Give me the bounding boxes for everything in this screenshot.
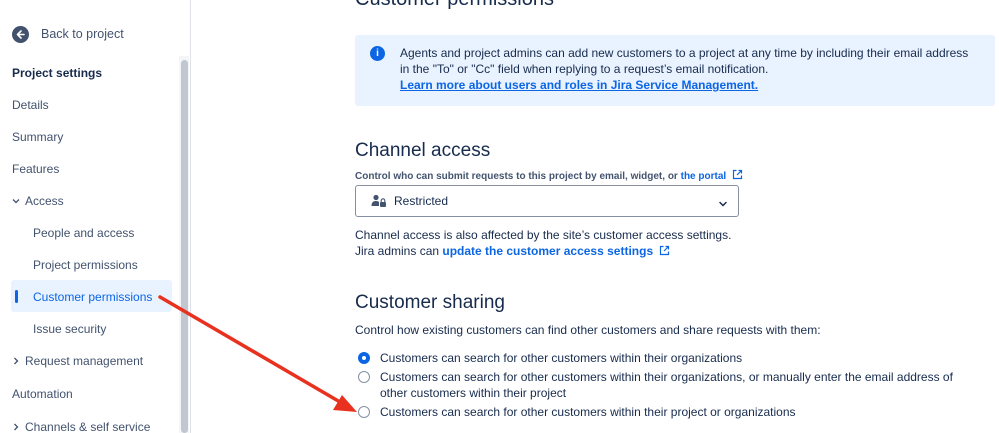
main-content: Customer permissions i Agents and projec… — [192, 0, 999, 433]
select-value: Restricted — [394, 194, 449, 208]
channel-access-caption: Control who can submit requests to this … — [355, 169, 743, 182]
chevron-down-icon — [718, 196, 728, 214]
radio-label: Customers can search for other customers… — [380, 405, 796, 419]
external-link-icon[interactable] — [659, 245, 670, 256]
radio-button[interactable] — [358, 406, 370, 418]
sidebar-scrollbar-thumb[interactable] — [181, 60, 188, 433]
sidebar-item-request-management[interactable]: Request management — [12, 351, 143, 371]
sidebar-item-label: Access — [25, 194, 64, 208]
radio-button-selected[interactable] — [358, 352, 370, 364]
external-link-icon[interactable] — [732, 169, 743, 180]
arrow-left-circle-icon — [12, 25, 29, 43]
info-message: Agents and project admins can add new cu… — [400, 46, 969, 76]
sidebar-item-features[interactable]: Features — [12, 159, 59, 179]
channel-access-note: Channel access is also affected by the s… — [355, 228, 732, 242]
back-to-project-link[interactable]: Back to project — [12, 24, 124, 44]
radio-button[interactable] — [358, 371, 370, 383]
sidebar-item-access[interactable]: Access — [12, 191, 64, 211]
sidebar-item-summary[interactable]: Summary — [12, 127, 63, 147]
sidebar: Back to project Project settings Details… — [0, 0, 191, 433]
channel-access-title: Channel access — [355, 140, 491, 161]
person-lock-icon — [371, 194, 387, 213]
learn-more-link[interactable]: Learn more about users and roles in Jira… — [400, 78, 758, 92]
customer-sharing-description: Control how existing customers can find … — [355, 323, 821, 337]
sidebar-item-people-and-access[interactable]: People and access — [33, 223, 134, 243]
sidebar-item-label: Channels & self service — [25, 420, 151, 433]
customer-sharing-title: Customer sharing — [355, 292, 505, 313]
chevron-right-icon — [12, 353, 25, 373]
sharing-option-project-or-organizations[interactable]: Customers can search for other customers… — [358, 404, 980, 420]
info-banner-text: Agents and project admins can add new cu… — [400, 45, 980, 93]
channel-access-admin-note: Jira admins can update the customer acce… — [355, 244, 670, 258]
sidebar-heading: Project settings — [12, 66, 103, 80]
sharing-option-organizations[interactable]: Customers can search for other customers… — [358, 350, 980, 366]
sidebar-item-project-permissions[interactable]: Project permissions — [33, 255, 138, 275]
sidebar-item-automation[interactable]: Automation — [12, 384, 73, 404]
admin-note-prefix: Jira admins can — [355, 244, 443, 258]
sidebar-item-channels-self-service[interactable]: Channels & self service — [12, 417, 150, 433]
page-title: Customer permissions — [355, 0, 554, 11]
channel-access-select[interactable]: Restricted — [355, 185, 739, 217]
radio-label: Customers can search for other customers… — [380, 351, 743, 365]
update-access-settings-link[interactable]: update the customer access settings — [442, 244, 653, 258]
radio-label: Customers can search for other customers… — [380, 370, 953, 400]
the-portal-link[interactable]: the portal — [681, 171, 727, 182]
info-banner: i Agents and project admins can add new … — [355, 35, 995, 106]
sidebar-item-details[interactable]: Details — [12, 95, 49, 115]
sidebar-item-label: Request management — [25, 354, 144, 368]
sidebar-active-indicator — [15, 290, 18, 303]
caption-text: Control who can submit requests to this … — [355, 171, 681, 182]
sidebar-item-issue-security[interactable]: Issue security — [33, 319, 106, 339]
back-label: Back to project — [41, 27, 124, 41]
info-icon: i — [370, 46, 385, 61]
sidebar-item-customer-permissions[interactable]: Customer permissions — [33, 287, 152, 307]
chevron-right-icon — [12, 419, 25, 433]
sharing-option-organizations-or-email[interactable]: Customers can search for other customers… — [358, 369, 980, 401]
chevron-down-icon — [12, 193, 25, 213]
